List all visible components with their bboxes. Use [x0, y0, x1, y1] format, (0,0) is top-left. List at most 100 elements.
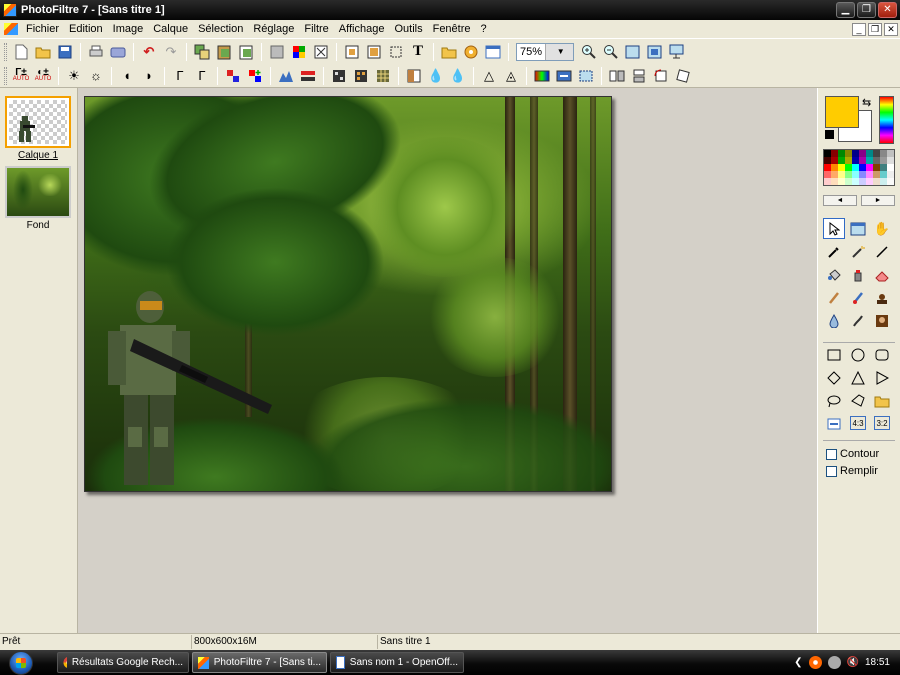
palette-swatch[interactable] — [831, 164, 838, 171]
zoom-in-icon[interactable] — [578, 42, 598, 62]
palette-swatch[interactable] — [845, 150, 852, 157]
palette-swatch[interactable] — [859, 164, 866, 171]
fullscreen-icon[interactable] — [666, 42, 686, 62]
rotate-free-icon[interactable] — [673, 66, 693, 86]
contrast-up-icon[interactable]: ◗ — [139, 66, 159, 86]
palette-swatch[interactable] — [880, 150, 887, 157]
close-button[interactable]: ✕ — [878, 2, 897, 18]
palette-swatch[interactable] — [845, 171, 852, 178]
ratio-3-2-icon[interactable]: 3:2 — [874, 416, 890, 430]
palette-swatch[interactable] — [873, 178, 880, 185]
palette-swatch[interactable] — [824, 164, 831, 171]
palette-swatch[interactable] — [852, 150, 859, 157]
palette-swatch[interactable] — [852, 171, 859, 178]
image-explorer-icon[interactable] — [439, 42, 459, 62]
tray-expand-icon[interactable]: ❮ — [794, 657, 802, 668]
fit-window-icon[interactable] — [644, 42, 664, 62]
sepia-icon[interactable] — [404, 66, 424, 86]
palette-next-button[interactable]: ► — [861, 195, 895, 206]
fill-bucket-icon[interactable] — [823, 264, 845, 285]
gamma-up-icon[interactable]: Γ — [192, 66, 212, 86]
menu-outils[interactable]: Outils — [390, 23, 428, 35]
color-balance-icon[interactable] — [532, 66, 552, 86]
emboss-icon[interactable]: ◬ — [501, 66, 521, 86]
menu-image[interactable]: Image — [109, 23, 150, 35]
paste-new-icon[interactable] — [236, 42, 256, 62]
hand-icon[interactable]: ✋ — [871, 218, 893, 239]
taskbar-item-chrome[interactable]: Résultats Google Rech... — [57, 652, 189, 673]
tray-app-icon[interactable] — [808, 656, 822, 669]
selection-arrow-icon[interactable] — [823, 218, 845, 239]
image-size-icon[interactable] — [342, 42, 362, 62]
palette-swatch[interactable] — [852, 178, 859, 185]
layer-fond[interactable]: Fond — [5, 166, 71, 231]
select-image-icon[interactable] — [847, 218, 869, 239]
ratio-4-3-icon[interactable]: 4:3 — [850, 416, 866, 430]
menu-reglage[interactable]: Réglage — [249, 23, 300, 35]
actual-size-icon[interactable] — [622, 42, 642, 62]
undo-icon[interactable]: ↶ — [139, 42, 159, 62]
menu-fenetre[interactable]: Fenêtre — [429, 23, 477, 35]
mosaic-icon[interactable] — [351, 66, 371, 86]
clone-icon[interactable] — [871, 310, 893, 331]
open-shape-icon[interactable] — [871, 390, 893, 411]
gamma-down-icon[interactable]: Γ — [170, 66, 190, 86]
palette-swatch[interactable] — [866, 171, 873, 178]
sharpen-icon[interactable]: 💧 — [448, 66, 468, 86]
triangle-shape-icon[interactable] — [847, 367, 869, 388]
palette-swatch[interactable] — [859, 178, 866, 185]
color-spectrum[interactable] — [879, 96, 894, 144]
chevron-down-icon[interactable]: ▼ — [544, 43, 573, 60]
start-button[interactable] — [0, 650, 42, 675]
color-palette-icon[interactable] — [289, 42, 309, 62]
saturation-up-icon[interactable] — [245, 66, 265, 86]
menu-filtre[interactable]: Filtre — [300, 23, 334, 35]
palette-swatch[interactable] — [838, 150, 845, 157]
lasso-icon[interactable] — [823, 390, 845, 411]
palette-swatch[interactable] — [845, 164, 852, 171]
grid-effect-icon[interactable] — [373, 66, 393, 86]
scan-icon[interactable] — [108, 42, 128, 62]
palette-swatch[interactable] — [880, 171, 887, 178]
minimize-button[interactable]: ▁ — [836, 2, 855, 18]
dither-icon[interactable] — [329, 66, 349, 86]
transparency-icon[interactable] — [311, 42, 331, 62]
network-icon[interactable] — [827, 656, 841, 669]
menu-fichier[interactable]: Fichier — [22, 23, 65, 35]
palette-swatch[interactable] — [887, 150, 894, 157]
palette-swatch[interactable] — [887, 157, 894, 164]
photofiltre-app-icon[interactable] — [3, 3, 17, 17]
layer-calque-1[interactable]: Calque 1 — [5, 96, 71, 161]
text-tool-icon[interactable]: T — [408, 42, 428, 62]
palette-swatch[interactable] — [845, 157, 852, 164]
right-triangle-shape-icon[interactable] — [871, 367, 893, 388]
palette-swatch[interactable] — [873, 150, 880, 157]
rounded-rect-shape-icon[interactable] — [871, 344, 893, 365]
flip-horizontal-icon[interactable] — [607, 66, 627, 86]
zoom-out-icon[interactable] — [600, 42, 620, 62]
palette-swatch[interactable] — [859, 171, 866, 178]
histogram-icon[interactable] — [276, 66, 296, 86]
palette-swatch[interactable] — [852, 157, 859, 164]
free-selection-icon[interactable] — [823, 413, 845, 434]
image-canvas[interactable] — [84, 96, 612, 492]
menu-help[interactable]: ? — [477, 23, 493, 35]
maximize-button[interactable]: ❐ — [857, 2, 876, 18]
brightness-up-icon[interactable]: ☼ — [86, 66, 106, 86]
menu-edition[interactable]: Edition — [65, 23, 109, 35]
smudge-icon[interactable] — [847, 310, 869, 331]
save-icon[interactable] — [55, 42, 75, 62]
palette-swatch[interactable] — [873, 164, 880, 171]
palette-swatch[interactable] — [873, 171, 880, 178]
remplir-checkbox[interactable]: Remplir — [826, 465, 878, 477]
palette-swatch[interactable] — [880, 157, 887, 164]
palette-swatch[interactable] — [831, 150, 838, 157]
palette-swatch[interactable] — [845, 178, 852, 185]
palette-swatch[interactable] — [831, 171, 838, 178]
window-icon[interactable] — [483, 42, 503, 62]
palette-swatch[interactable] — [838, 171, 845, 178]
blur-icon[interactable]: 💧 — [426, 66, 446, 86]
mdi-close-button[interactable]: ✕ — [884, 22, 898, 36]
color-palette[interactable] — [823, 149, 895, 186]
palette-prev-button[interactable]: ◄ — [823, 195, 857, 206]
